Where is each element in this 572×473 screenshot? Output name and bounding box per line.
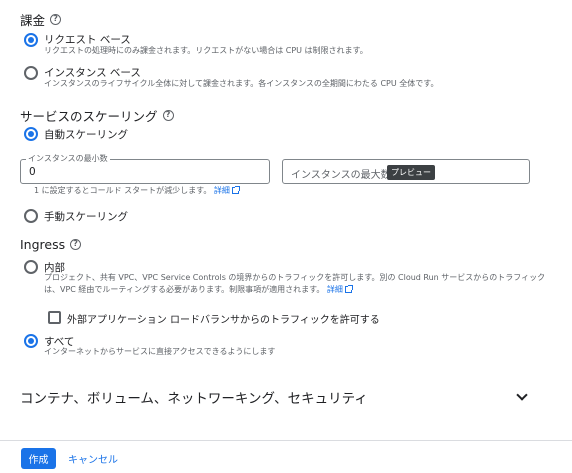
- ingress-internal-desc-2: は、VPC 経由でルーティングする必要があります。制限事項が適用されます。 詳細: [44, 284, 353, 296]
- min-instances-hint: 1 に設定するとコールド スタートが減少します。 詳細: [34, 185, 240, 197]
- ingress-section-title: Ingress ?: [20, 237, 82, 252]
- max-instances-field[interactable]: インスタンスの最大数 プレビュー: [282, 159, 530, 184]
- scaling-auto-radio[interactable]: [24, 127, 38, 141]
- footer-bar: 作成 キャンセル: [0, 440, 572, 473]
- cancel-button[interactable]: キャンセル: [68, 448, 118, 469]
- scaling-manual-radio[interactable]: [24, 209, 38, 223]
- expander-title[interactable]: コンテナ、ボリューム、ネットワーキング、セキュリティ: [20, 387, 368, 407]
- ingress-internal-desc-2-text: は、VPC 経由でルーティングする必要があります。制限事項が適用されます。: [44, 285, 325, 294]
- help-icon[interactable]: ?: [162, 110, 174, 121]
- min-instances-label: インスタンスの最小数: [26, 153, 110, 164]
- ingress-title: Ingress: [20, 237, 66, 252]
- external-link-icon[interactable]: [231, 186, 240, 194]
- help-icon[interactable]: ?: [70, 239, 82, 250]
- billing-request-desc: リクエストの処理時にのみ課金されます。リクエストがない場合は CPU は制限され…: [44, 46, 368, 55]
- scaling-manual-label[interactable]: 手動スケーリング: [44, 209, 128, 224]
- external-link-icon[interactable]: [344, 285, 353, 293]
- min-instances-value[interactable]: 0: [29, 166, 36, 178]
- ingress-internal-radio[interactable]: [24, 260, 38, 274]
- ingress-internal-desc-1: プロジェクト、共有 VPC、VPC Service Controls の境界から…: [44, 273, 546, 282]
- min-instances-hint-text: 1 に設定するとコールド スタートが減少します。: [34, 186, 212, 195]
- allow-lb-label[interactable]: 外部アプリケーション ロードバランサからのトラフィックを許可する: [67, 311, 380, 326]
- billing-instance-radio[interactable]: [24, 66, 38, 80]
- advanced-settings-expander[interactable]: コンテナ、ボリューム、ネットワーキング、セキュリティ: [20, 385, 532, 409]
- preview-badge: プレビュー: [387, 165, 435, 180]
- billing-request-radio[interactable]: [24, 33, 38, 47]
- billing-section-title: 課金 ?: [20, 10, 62, 29]
- billing-instance-desc: インスタンスのライフサイクル全体に対して課金されます。各インスタンスの全期間にわ…: [44, 79, 439, 88]
- scaling-title: サービスのスケーリング: [20, 109, 158, 124]
- learn-more-link[interactable]: 詳細: [327, 285, 343, 294]
- help-icon[interactable]: ?: [50, 14, 62, 25]
- allow-lb-checkbox[interactable]: [48, 311, 61, 324]
- scaling-auto-label[interactable]: 自動スケーリング: [44, 127, 128, 142]
- max-instances-placeholder: インスタンスの最大数: [291, 170, 391, 181]
- scaling-section-title: サービスのスケーリング ?: [20, 106, 174, 125]
- create-button[interactable]: 作成: [21, 448, 56, 469]
- learn-more-link[interactable]: 詳細: [214, 186, 230, 195]
- billing-title: 課金: [20, 13, 46, 28]
- ingress-all-radio[interactable]: [24, 334, 38, 348]
- chevron-down-icon[interactable]: [516, 389, 528, 401]
- ingress-all-desc: インターネットからサービスに直接アクセスできるようにします: [44, 347, 276, 356]
